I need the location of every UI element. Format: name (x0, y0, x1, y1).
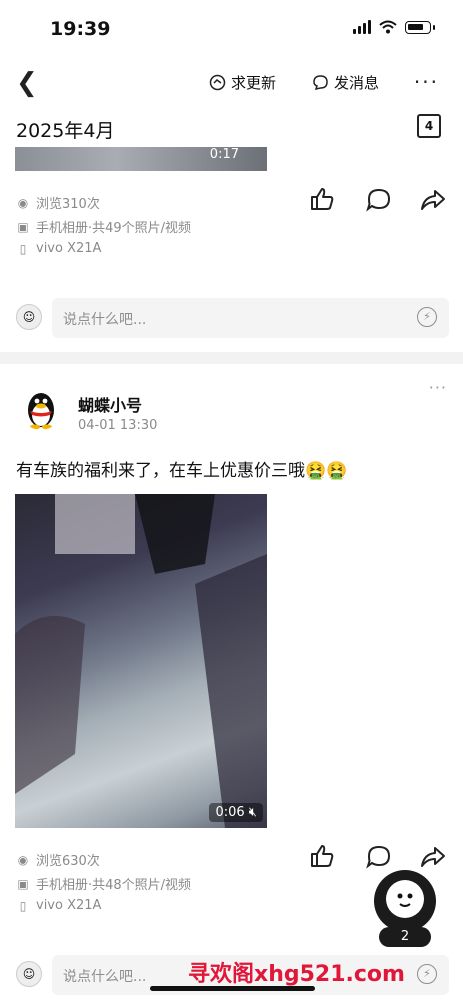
phone-icon: ▯ (19, 898, 27, 913)
comment-icon[interactable] (366, 187, 392, 213)
home-indicator[interactable] (150, 986, 315, 991)
wifi-icon (379, 20, 397, 34)
eye-icon: ◉ (17, 195, 29, 210)
floating-count-badge[interactable]: 2 (379, 927, 431, 947)
post2-video[interactable]: 0:06 🔇︎ (15, 494, 267, 828)
comment-icon[interactable] (366, 844, 392, 870)
image-icon: ▣ (17, 219, 29, 234)
post1-device: ▯ vivo X21A (16, 241, 102, 256)
request-update-button[interactable]: 求更新 (209, 72, 276, 93)
post2-time: 04-01 13:30 (78, 418, 158, 433)
eye-icon: ◉ (17, 852, 29, 867)
like-icon[interactable] (309, 843, 335, 869)
signal-icon (353, 20, 371, 34)
more-menu-icon[interactable]: ··· (414, 70, 439, 94)
post1-video-thumbnail[interactable]: 0:17 (15, 147, 267, 171)
post2-views: ◉ 浏览630次 (16, 850, 100, 870)
message-icon (313, 75, 328, 91)
qq-penguin-avatar[interactable] (20, 388, 62, 430)
post2-device-text: vivo X21A (36, 898, 102, 913)
smiley-face-icon (386, 880, 424, 918)
user-avatar: ☺ (16, 304, 42, 330)
post2-album-text: 手机相册·共48个照片/视频 (36, 878, 192, 893)
share-icon[interactable] (420, 187, 446, 213)
post2-duration-badge: 0:06 🔇︎ (209, 803, 263, 822)
status-time: 19:39 (50, 18, 111, 40)
phone-icon: ▯ (19, 241, 27, 256)
post2-caption: 有车族的福利来了，在车上优惠价三哦🤮🤮 (16, 461, 348, 481)
post2-album: ▣ 手机相册·共48个照片/视频 (16, 874, 192, 894)
request-update-label: 求更新 (231, 74, 277, 92)
post2-views-text: 浏览630次 (36, 854, 100, 869)
month-label: 2025年4月 (16, 120, 115, 142)
post1-device-text: vivo X21A (36, 241, 102, 256)
post1-album-text: 手机相册·共49个照片/视频 (36, 221, 192, 236)
image-icon: ▣ (17, 876, 29, 891)
post2-more-icon[interactable]: ··· (429, 378, 447, 397)
post1-album: ▣ 手机相册·共49个照片/视频 (16, 217, 192, 237)
user-avatar: ☺ (16, 961, 42, 987)
send-message-label: 发消息 (334, 74, 380, 92)
back-icon[interactable]: ❮ (16, 68, 38, 98)
mute-icon[interactable]: 🔇︎ (249, 805, 257, 820)
send-message-button[interactable]: 发消息 (312, 72, 379, 93)
hand-icon (209, 74, 226, 91)
post1-comment-input[interactable]: 说点什么吧... ⚡ (52, 298, 449, 338)
post1-comment-placeholder: 说点什么吧... (63, 312, 147, 328)
emoji-bolt-icon[interactable]: ⚡ (417, 964, 437, 984)
post2-comment-placeholder: 说点什么吧... (63, 969, 147, 985)
watermark-text: 寻欢阁xhg521.com (188, 962, 405, 987)
like-icon[interactable] (309, 186, 335, 212)
post1-views-text: 浏览310次 (36, 197, 100, 212)
floating-assistant-button[interactable] (374, 870, 436, 932)
post1-duration: 0:17 (209, 147, 239, 162)
post2-device: ▯ vivo X21A (16, 898, 102, 913)
emoji-bolt-icon[interactable]: ⚡ (417, 307, 437, 327)
post-divider (0, 352, 463, 364)
status-icons (353, 20, 435, 34)
share-icon[interactable] (420, 844, 446, 870)
post1-views: ◉ 浏览310次 (16, 193, 100, 213)
calendar-icon[interactable]: 4 (417, 114, 441, 138)
post2-duration: 0:06 (215, 805, 245, 820)
video-frame-image (15, 494, 267, 828)
battery-icon (405, 20, 431, 34)
post2-author[interactable]: 蝴蝶小号 (78, 392, 142, 416)
